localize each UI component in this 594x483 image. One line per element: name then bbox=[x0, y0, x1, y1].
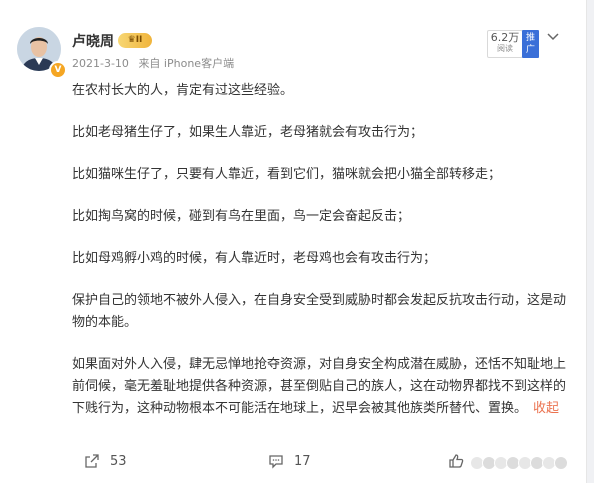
read-count-box: 6.2万 阅读 bbox=[487, 30, 523, 58]
vip-crown-icon[interactable]: ♛II bbox=[118, 33, 152, 48]
post-paragraph: 保护自己的领地不被外人侵入，在自身安全受到威胁时都会发起反抗攻击行动，这是动物的… bbox=[72, 293, 567, 330]
repost-icon bbox=[85, 454, 99, 468]
comment-button[interactable]: 17 bbox=[268, 453, 311, 469]
post-content: 在农村长大的人，肯定有过这些经验。 比如老母猪生仔了，如果生人靠近，老母猪就会有… bbox=[72, 80, 566, 420]
post-paragraph-last: 如果面对外人入侵，肆无忌惮地抢夺资源，对自身安全构成潜在威胁，还恬不知耻地上前伺… bbox=[72, 354, 566, 420]
liker-avatars[interactable] bbox=[470, 456, 582, 470]
chevron-down-icon[interactable] bbox=[546, 30, 560, 44]
post-paragraph: 比如母鸡孵小鸡的时候，有人靠近时，老母鸡也会有攻击行为； bbox=[72, 251, 437, 266]
promote-button[interactable]: 推广 bbox=[522, 30, 539, 58]
repost-count: 53 bbox=[110, 453, 127, 469]
author-name[interactable]: 卢晓周 bbox=[72, 31, 114, 51]
repost-button[interactable]: 53 bbox=[84, 453, 127, 469]
vip-level: II bbox=[135, 35, 143, 45]
comment-count: 17 bbox=[294, 453, 311, 469]
post-paragraph: 比如老母猪生仔了，如果生人靠近，老母猪就会有攻击行为； bbox=[72, 125, 424, 140]
read-count: 6.2万 bbox=[490, 31, 520, 44]
collapse-link[interactable]: 收起 bbox=[533, 401, 559, 416]
post-footer: 53 17 bbox=[0, 448, 586, 478]
post-paragraph: 比如掏鸟窝的时候，碰到有鸟在里面，鸟一定会奋起反击； bbox=[72, 209, 411, 224]
read-label: 阅读 bbox=[497, 44, 513, 53]
post-paragraph: 比如猫咪生仔了，只要有人靠近，看到它们，猫咪就会把小猫全部转移走； bbox=[72, 167, 502, 182]
weibo-post-card: V 卢晓周 ♛II 2021-3-10 来自 iPhone客户端 6.2万 阅读… bbox=[0, 0, 587, 483]
verified-badge-icon: V bbox=[49, 61, 67, 79]
post-paragraph: 在农村长大的人，肯定有过这些经验。 bbox=[72, 83, 294, 98]
post-source: 来自 iPhone客户端 bbox=[138, 57, 235, 70]
post-meta: 2021-3-10 来自 iPhone客户端 bbox=[72, 55, 234, 71]
like-icon bbox=[449, 454, 464, 468]
comment-icon bbox=[269, 455, 283, 469]
post-date[interactable]: 2021-3-10 bbox=[72, 57, 129, 70]
post-paragraph-text: 如果面对外人入侵，肆无忌惮地抢夺资源，对自身安全构成潜在威胁，还恬不知耻地上前伺… bbox=[72, 357, 567, 416]
liker-avatars-icon bbox=[470, 456, 568, 470]
